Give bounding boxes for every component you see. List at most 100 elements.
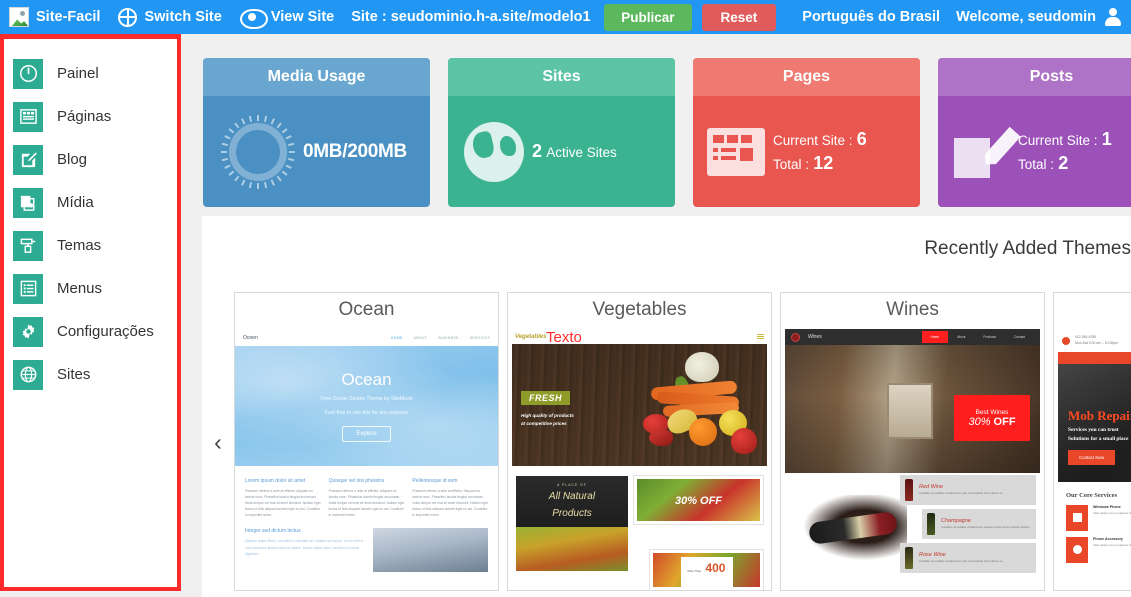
card-body: 2 Active Sites xyxy=(448,96,675,207)
posts-current-line: Current Site : 1 xyxy=(1018,129,1112,150)
pages-total-line: Total : 12 xyxy=(773,153,867,174)
current-site-label: Site : seudominio.h-a.site/modelo1 xyxy=(351,9,591,25)
welcome-label[interactable]: Welcome, seudomin xyxy=(952,9,1104,25)
main-content: Media Usage 0MB/200MB Sites 2 Active Sit… xyxy=(185,34,1131,597)
post-pencil-icon xyxy=(954,124,1010,180)
thumb-hero-sub-2: Feel free to use this for any purpose xyxy=(324,409,409,416)
thumb-tiles: Red Wine Curabitur vel sodales condiment… xyxy=(900,475,1036,577)
stat-card-sites[interactable]: Sites 2 Active Sites xyxy=(448,58,675,207)
stat-card-media-usage[interactable]: Media Usage 0MB/200MB xyxy=(203,58,430,207)
thumb-brand: Vegetables xyxy=(515,333,547,340)
thumb-tile-body: Curabitur vel sodales condimentum velit,… xyxy=(919,559,1004,563)
sidebar-item-label: Configurações xyxy=(57,323,154,340)
reset-button[interactable]: Reset xyxy=(701,3,777,31)
top-bar-right-group: Publicar Reset Português do Brasil Welco… xyxy=(604,0,1131,34)
view-site-button[interactable]: View Site xyxy=(231,0,343,34)
thumb-nav-link: Products xyxy=(983,335,996,339)
sidebar-nav-list: Painel Páginas Blog Mídia Temas Menus Co… xyxy=(4,39,177,396)
thumb-hero: Best Wines 30% OFF xyxy=(785,345,1040,473)
sidebar-item-paginas[interactable]: Páginas xyxy=(4,95,177,138)
posts-current-value: 1 xyxy=(1101,129,1112,149)
thumb-hero-sub-2: Solutions for a small place xyxy=(1068,436,1129,443)
switch-site-button[interactable]: Switch Site xyxy=(109,0,230,34)
thumb-tile-title: Red Wine xyxy=(919,483,944,490)
thumb-logo-icon xyxy=(791,332,800,342)
thumb-tile-title: Champagne xyxy=(941,517,971,524)
thumb-service-title: Windows Phone xyxy=(1093,504,1121,509)
thumb-column-body: Praesent ultrices a ante at efficitur. A… xyxy=(245,489,321,518)
windows-icon xyxy=(1066,504,1088,531)
sites-count: 2 xyxy=(532,141,543,161)
thumb-column-body: Praesent ultrices a ante at efficitur. A… xyxy=(412,489,488,518)
sidebar-item-menus[interactable]: Menus xyxy=(4,267,177,310)
language-selector[interactable]: Português do Brasil xyxy=(790,9,952,25)
posts-counts: Current Site : 1 Total : 2 xyxy=(1018,126,1112,177)
sidebar-item-sites[interactable]: Sites xyxy=(4,353,177,396)
thumb-card-post: PRODUCT TYPE xyxy=(693,588,720,590)
card-body: Current Site : 6 Total : 12 xyxy=(693,96,920,207)
thumb-tile-text: Rose Wine Curabitur vel sodales condimen… xyxy=(919,552,1003,565)
thumb-card-image xyxy=(516,527,628,571)
pages-grid-icon xyxy=(707,127,765,176)
pages-current-label: Current Site : xyxy=(773,133,853,148)
card-title: Sites xyxy=(448,58,675,96)
thumb-brand: Wines xyxy=(808,334,822,340)
view-site-label: View Site xyxy=(270,9,335,25)
thumb-contact: 012-345-6789 Mon-Sat 9.00 am – 10.00pm xyxy=(1075,335,1118,347)
theme-card-ocean[interactable]: Ocean Oceen HOME ABOUT BUSINESS SERVICES xyxy=(234,292,499,591)
media-usage-value: 0MB/200MB xyxy=(303,140,407,162)
stat-card-pages[interactable]: Pages Current Site : 6 Total: 12 xyxy=(693,58,920,207)
sidebar-item-temas[interactable]: Temas xyxy=(4,224,177,267)
thumb-badge-off: OFF xyxy=(993,415,1016,428)
thumb-tile-text: Champagne Curabitur vel sodales condimen… xyxy=(941,518,1030,531)
thumb-column: Pellentesque id sem Praesent ultrices a … xyxy=(412,478,488,518)
thumb-card-number: 400 xyxy=(705,561,726,575)
carousel-prev-arrow-icon[interactable]: ‹ xyxy=(202,292,234,592)
pages-icon xyxy=(13,101,43,132)
thumb-hero: Mob Repair Services you can trust Soluti… xyxy=(1058,363,1131,482)
sidebar-item-label: Temas xyxy=(57,237,102,254)
theme-thumbnail-ocean: Oceen HOME ABOUT BUSINESS SERVICES Ocean… xyxy=(235,329,498,590)
thumb-service-body: Class aliquet urna at sapiente tincidunt… xyxy=(1093,511,1131,515)
thumb-tile-body: Curabitur vel sodales condimentum praese… xyxy=(941,525,1031,529)
stat-card-posts[interactable]: Posts Current Site : 1 Total : 2 xyxy=(938,58,1131,207)
thumb-nav-links: HOME ABOUT BUSINESS SERVICES xyxy=(391,336,490,340)
theme-card-vegetables[interactable]: Vegetables Vegetables Texto FRESH High q… xyxy=(507,292,772,591)
thumb-nav-link: Contact xyxy=(1014,335,1025,339)
gear-icon xyxy=(13,316,43,347)
posts-total-value: 2 xyxy=(1058,153,1069,173)
sidebar-item-configuracoes[interactable]: Configurações xyxy=(4,310,177,353)
thumb-tile: Rose Wine Curabitur vel sodales condimen… xyxy=(900,543,1036,573)
publish-button[interactable]: Publicar xyxy=(604,3,692,31)
paint-roller-icon xyxy=(13,230,43,261)
user-avatar-icon[interactable] xyxy=(1104,8,1121,26)
brand-button[interactable]: Site-Facil xyxy=(0,0,109,34)
themes-panel-title: Recently Added Themes xyxy=(924,238,1131,259)
app-logo-icon xyxy=(9,7,29,27)
phone-icon xyxy=(1062,336,1070,345)
thumb-hours: Mon-Sat 9.00 am – 10.00pm xyxy=(1075,340,1118,345)
card-body: Current Site : 1 Total : 2 xyxy=(938,96,1131,207)
posts-total-line: Total : 2 xyxy=(1018,153,1112,174)
thumb-hero-sub-2: at competitive prices xyxy=(521,420,567,426)
thumb-hero-title: Mob Repair xyxy=(1068,407,1131,423)
pages-current-line: Current Site : 6 xyxy=(773,129,867,150)
recently-added-themes-panel: Recently Added Themes ‹ Ocean Oceen HOME… xyxy=(202,216,1131,597)
thumb-service-row: Windows Phone Class aliquet urna at sapi… xyxy=(1054,499,1131,531)
sidebar-item-blog[interactable]: Blog xyxy=(4,138,177,181)
thumb-tile-text: Red Wine Curabitur vel sodales condiment… xyxy=(919,484,1003,497)
thumb-hero-button: Explore xyxy=(342,425,391,442)
sidebar-item-midia[interactable]: Mídia xyxy=(4,181,177,224)
thumb-nav-link: ABOUT xyxy=(413,335,428,340)
theme-card-mob-repair[interactable]: M 012-345-6789 Mon-Sat 9.00 am – 10.00pm… xyxy=(1053,292,1131,591)
theme-card-wines[interactable]: Wines Wines Home About Products Contact xyxy=(780,292,1045,591)
posts-total-label: Total : xyxy=(1018,157,1055,172)
sidebar-item-painel[interactable]: Painel xyxy=(4,52,177,95)
thumb-tile: Red Wine Curabitur vel sodales condiment… xyxy=(900,475,1036,505)
brand-label: Site-Facil xyxy=(36,9,101,25)
thumb-nav: Wines Home About Products Contact xyxy=(785,329,1040,345)
thumb-card-pre: A PLACE OF xyxy=(557,483,587,487)
thumb-nav: Oceen HOME ABOUT BUSINESS SERVICES xyxy=(235,329,498,346)
thumb-column-body: Praesent ultrices a ante at efficitur. A… xyxy=(328,489,405,518)
sites-count-label: Active Sites xyxy=(546,145,617,160)
